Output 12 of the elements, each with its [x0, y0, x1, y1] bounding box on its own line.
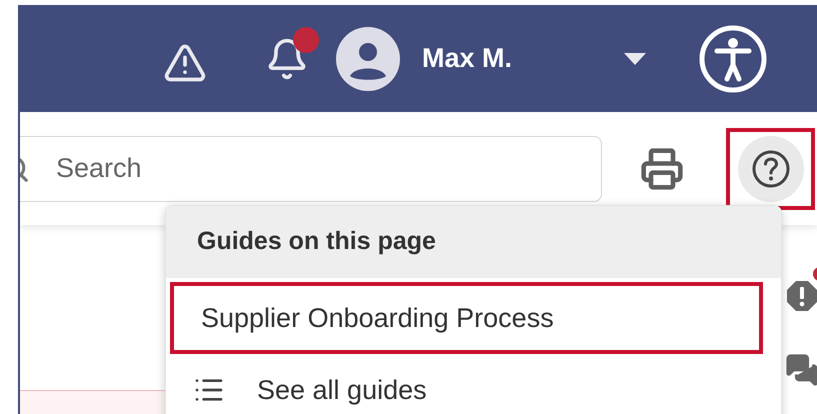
chat-icon[interactable]	[785, 353, 817, 387]
accessibility-icon[interactable]	[699, 24, 768, 92]
question-mark-icon	[750, 148, 790, 188]
user-avatar-icon[interactable]	[335, 26, 401, 92]
dropdown-caret-icon[interactable]	[624, 52, 646, 64]
see-all-guides-item[interactable]: See all guides	[166, 354, 781, 414]
search-field[interactable]: Search	[20, 136, 602, 202]
menu-title: Guides on this page	[197, 226, 436, 258]
print-icon[interactable]	[640, 146, 684, 190]
alert-octagon-icon[interactable]	[785, 279, 817, 313]
guide-menu-item[interactable]: Supplier Onboarding Process	[174, 286, 759, 350]
user-name[interactable]: Max M.	[422, 38, 512, 79]
